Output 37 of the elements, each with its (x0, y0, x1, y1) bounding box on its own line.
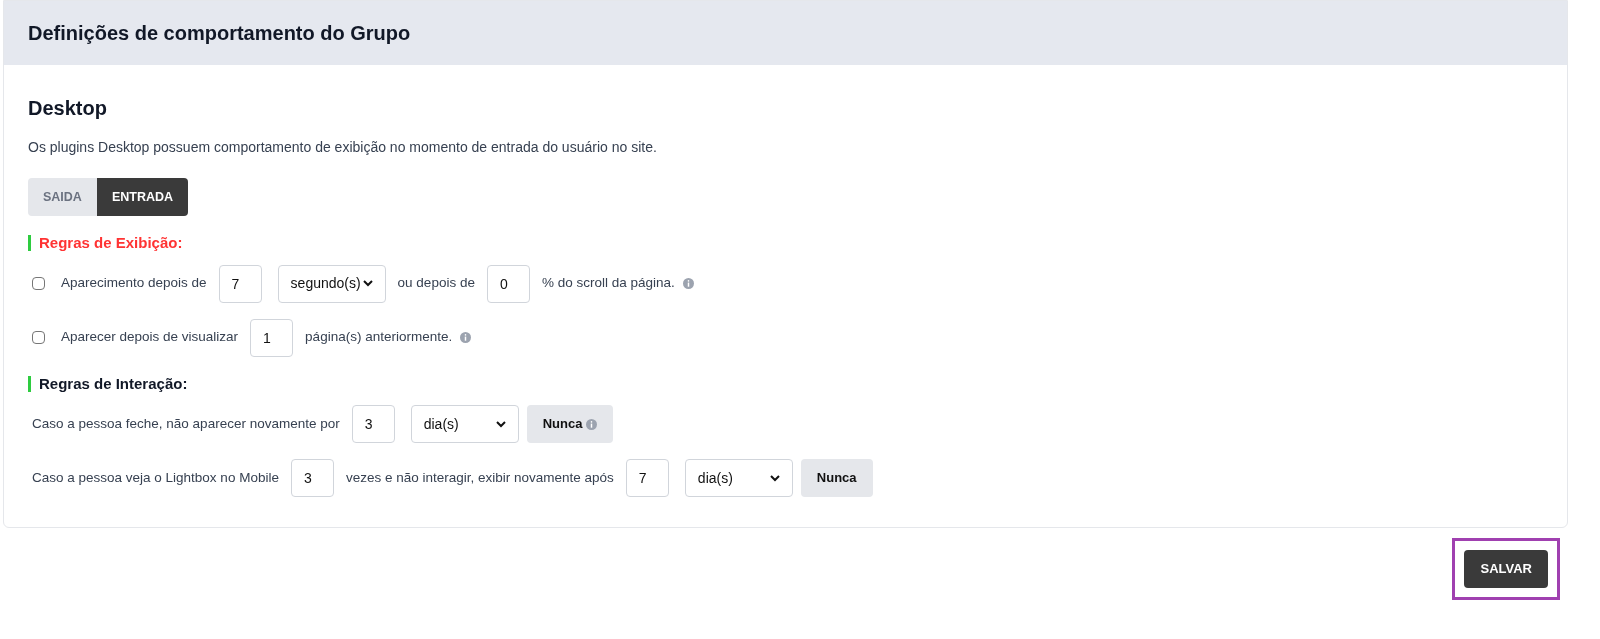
dropdown-select[interactable]: dia(s) (410, 405, 519, 443)
toggle-tab[interactable]: ENTRADA (96, 178, 188, 216)
label-text: Caso a pessoa feche, não aparecer novamente por (32, 414, 340, 433)
number-input[interactable]: 1 (250, 318, 294, 357)
label-text: % do scroll da página. (541, 274, 675, 293)
group-title: Regras de Exibição: (39, 233, 183, 253)
panel-title: Definições de comportamento do Grupo (28, 21, 411, 46)
number-input[interactable]: 0 (486, 264, 530, 303)
number-input[interactable]: 7 (625, 459, 669, 497)
chevron-down-icon (769, 474, 780, 482)
number-input[interactable]: 3 (351, 405, 395, 443)
label-text: ou depois de (397, 274, 475, 293)
accent-bar (28, 375, 31, 392)
dropdown-select[interactable]: dia(s) (684, 459, 793, 497)
save-button[interactable]: SALVAR (1464, 550, 1548, 588)
number-input[interactable]: 3 (290, 459, 334, 497)
info-icon (682, 278, 694, 289)
accent-bar (28, 235, 31, 252)
chevron-down-icon (495, 420, 506, 428)
toggle-tab[interactable]: SAIDA (28, 178, 97, 216)
section-description: Os plugins Desktop possuem comportamento de exibição no momento de entrada do usuário no site. (28, 138, 658, 157)
label-text: Aparecer depois de visualizar (61, 328, 239, 347)
label-text: página(s) anteriormente. (305, 328, 453, 347)
group-title: Regras de Interação: (39, 373, 188, 394)
info-icon (460, 332, 472, 343)
checkbox[interactable] (32, 331, 45, 344)
label-text: Caso a pessoa veja o Lightbox no Mobile (32, 468, 279, 487)
dropdown-select[interactable]: segundo(s) (277, 264, 386, 303)
number-input[interactable]: 7 (218, 264, 262, 303)
never-button[interactable]: Nunca (800, 459, 873, 497)
info-icon (586, 418, 598, 430)
checkbox[interactable] (32, 277, 45, 290)
label-text: Aparecimento depois de (61, 274, 207, 293)
label-text: vezes e não interagir, exibir novamente após (345, 468, 614, 487)
chevron-down-icon (362, 280, 373, 287)
never-button[interactable]: Nunca (526, 405, 614, 443)
section-title: Desktop (28, 96, 108, 121)
